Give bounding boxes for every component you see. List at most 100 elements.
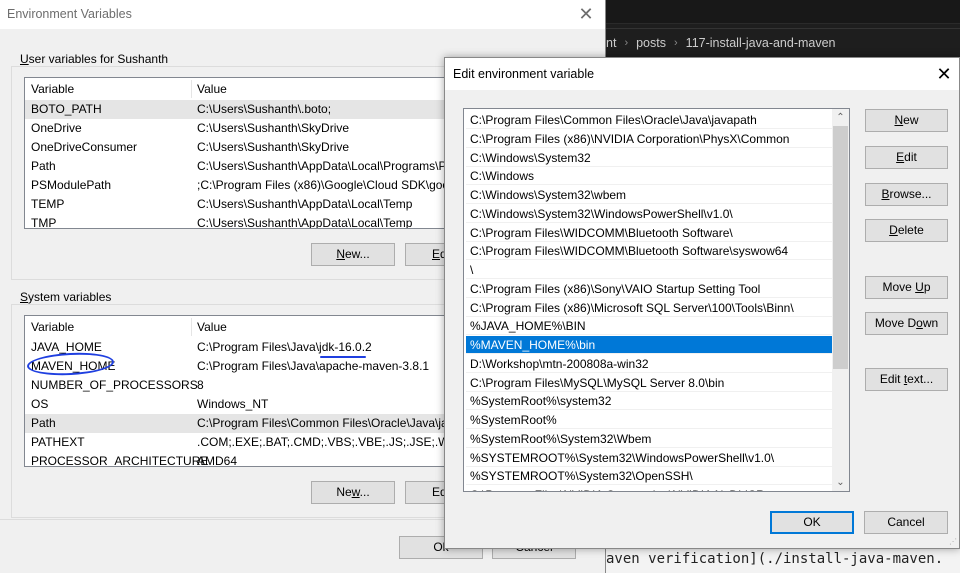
list-item[interactable]: \ [466, 261, 832, 279]
chevron-down-icon[interactable]: ⌄ [832, 474, 849, 491]
system-variables-label-text: ystem variables [28, 290, 112, 304]
list-item[interactable]: C:\Program Files (x86)\NVIDIA Corporatio… [466, 130, 832, 148]
system-variables-label: System variables [18, 290, 114, 304]
move-up-button[interactable]: Move Up [865, 276, 948, 299]
system-variables-list[interactable]: Variable Value JAVA_HOME C:\Program Files… [24, 315, 464, 467]
list-item[interactable]: C:\Program Files\MySQL\MySQL Server 8.0\… [466, 374, 832, 392]
move-down-button[interactable]: Move Down [865, 312, 948, 335]
table-row[interactable]: PROCESSOR_ARCHITECTURE AMD64 [25, 452, 463, 467]
resize-grip-icon[interactable]: ⋰ [949, 537, 957, 546]
table-row[interactable]: TMP C:\Users\Sushanth\AppData\Local\Temp [25, 214, 463, 229]
list-header: Variable Value [25, 78, 463, 100]
list-item[interactable]: %SYSTEMROOT%\System32\WindowsPowerShell\… [466, 449, 832, 467]
user-variables-label-text: ser variables for Sushanth [28, 52, 169, 66]
variable-value: C:\Users\Sushanth\AppData\Local\Temp [197, 216, 413, 229]
variable-name: TEMP [31, 197, 65, 211]
user-new-button[interactable]: New... [311, 243, 395, 266]
variable-name: BOTO_PATH [31, 102, 102, 116]
list-item[interactable]: %SystemRoot% [466, 411, 832, 429]
variable-name: Path [31, 159, 56, 173]
list-item[interactable]: %SystemRoot%\System32\Wbem [466, 430, 832, 448]
browse-button[interactable]: Browse... [865, 183, 948, 206]
variable-value: 8 [197, 378, 204, 392]
breadcrumb-item[interactable]: posts [636, 36, 666, 50]
variable-value: C:\Users\Sushanth\SkyDrive [197, 121, 350, 135]
column-header-variable[interactable]: Variable [25, 78, 74, 100]
system-new-button[interactable]: New... [311, 481, 395, 504]
breadcrumb-item[interactable]: 117-install-java-and-maven [686, 36, 836, 50]
new-path-button[interactable]: New [865, 109, 948, 132]
user-variables-label: User variables for Sushanth [18, 52, 171, 66]
chevron-up-icon[interactable]: ⌃ [832, 109, 849, 126]
edit-text-button[interactable]: Edit text... [865, 368, 948, 391]
variable-value: AMD64 [197, 454, 238, 467]
list-header: Variable Value [25, 316, 463, 338]
list-item[interactable]: C:\Windows\System32\wbem [466, 186, 832, 204]
variable-name: NUMBER_OF_PROCESSORS [31, 378, 198, 392]
variable-value: ;C:\Program Files (x86)\Google\Cloud SDK… [197, 178, 450, 192]
edit-environment-variable-dialog: Edit environment variable ✕ C:\Program F… [444, 57, 960, 549]
code-line: aven verification](./install-java-maven. [604, 545, 960, 573]
variable-name: TMP [31, 216, 57, 229]
list-item[interactable]: %SYSTEMROOT%\System32\OpenSSH\ [466, 467, 832, 486]
close-icon[interactable]: ✕ [933, 63, 955, 85]
vertical-scrollbar[interactable]: ⌃ ⌄ [832, 109, 849, 491]
column-header-value[interactable]: Value [191, 316, 227, 338]
table-row[interactable]: Path C:\Program Files\Common Files\Oracle… [25, 414, 463, 433]
table-row[interactable]: Path C:\Users\Sushanth\AppData\Local\Prog… [25, 157, 463, 176]
variable-name: OneDriveConsumer [31, 140, 138, 154]
delete-button[interactable]: Delete [865, 219, 948, 242]
ok-button[interactable]: OK [770, 511, 854, 534]
table-row[interactable]: NUMBER_OF_PROCESSORS 8 [25, 376, 463, 395]
edit-path-button[interactable]: Edit [865, 146, 948, 169]
variable-value: C:\Users\Sushanth\AppData\Local\Programs… [197, 159, 447, 173]
list-item[interactable]: C:\Program Files (x86)\Sony\VAIO Startup… [466, 280, 832, 298]
chevron-right-icon: › [624, 36, 629, 49]
table-row[interactable]: PSModulePath ;C:\Program Files (x86)\Goog… [25, 176, 463, 195]
list-item[interactable]: C:\Windows [466, 167, 832, 186]
table-row[interactable]: OneDrive C:\Users\Sushanth\SkyDrive [25, 119, 463, 138]
variable-value: .COM;.EXE;.BAT;.CMD;.VBS;.VBE;.JS;.JSE;.… [197, 435, 464, 449]
list-item[interactable]: C:\Program Files\WIDCOMM\Bluetooth Softw… [466, 242, 832, 261]
variable-value: Windows_NT [197, 397, 269, 411]
list-item[interactable]: C:\Program Files\Common Files\Oracle\Jav… [466, 111, 832, 129]
column-header-value[interactable]: Value [191, 78, 227, 100]
variable-value: C:\Users\Sushanth\AppData\Local\Temp [197, 197, 413, 211]
scrollbar-thumb[interactable] [833, 126, 848, 369]
hotkey-letter: U [20, 52, 29, 66]
chevron-right-icon: › [674, 36, 678, 49]
close-icon[interactable]: ✕ [575, 3, 597, 25]
table-row[interactable]: TEMP C:\Users\Sushanth\AppData\Local\Temp [25, 195, 463, 214]
variable-name: PROCESSOR_ARCHITECTURE [31, 454, 209, 467]
path-entries-list[interactable]: C:\Program Files\Common Files\Oracle\Jav… [463, 108, 850, 492]
table-row[interactable]: OneDriveConsumer C:\Users\Sushanth\SkyDri… [25, 138, 463, 157]
list-item[interactable]: %JAVA_HOME%\BIN [466, 317, 832, 336]
variable-value: C:\Program Files\Java\apache-maven-3.8.1 [197, 359, 430, 373]
breadcrumb: nt › posts › 117-install-java-and-maven [604, 28, 960, 56]
column-header-variable[interactable]: Variable [25, 316, 74, 338]
table-row[interactable]: OS Windows_NT [25, 395, 463, 414]
list-item[interactable]: C:\Windows\System32\WindowsPowerShell\v1… [466, 205, 832, 223]
list-item[interactable]: C:\Windows\System32 [466, 149, 832, 167]
table-row[interactable]: BOTO_PATH C:\Users\Sushanth\.boto; [25, 100, 463, 119]
user-variables-list[interactable]: Variable Value BOTO_PATH C:\Users\Sushant… [24, 77, 464, 229]
table-row[interactable]: PATHEXT .COM;.EXE;.BAT;.CMD;.VBS;.VBE;.JS… [25, 433, 463, 452]
list-item[interactable]: %SystemRoot%\system32 [466, 392, 832, 411]
list-item[interactable]: D:\Workshop\mtn-200808a-win32 [466, 355, 832, 373]
list-item[interactable]: C:\Program Files\WIDCOMM\Bluetooth Softw… [466, 224, 832, 242]
variable-name: PATHEXT [31, 435, 85, 449]
cancel-button[interactable]: Cancel [864, 511, 948, 534]
variable-name: OneDrive [31, 121, 82, 135]
list-item[interactable]: C:\Program Files\NVIDIA Corporation\NVID… [466, 486, 832, 491]
title-bar: Edit environment variable ✕ [445, 58, 959, 90]
variable-value: C:\Program Files\Common Files\Oracle\Jav… [197, 416, 448, 430]
annotation-underline [320, 356, 366, 358]
window-title: Environment Variables [7, 7, 132, 21]
variable-value: C:\Users\Sushanth\.boto; [197, 102, 332, 116]
variable-value: C:\Users\Sushanth\SkyDrive [197, 140, 350, 154]
breadcrumb-item[interactable]: nt [606, 36, 616, 50]
variable-name: PSModulePath [31, 178, 112, 192]
variable-name: OS [31, 397, 49, 411]
list-item[interactable]: C:\Program Files (x86)\Microsoft SQL Ser… [466, 299, 832, 317]
list-item[interactable]: %MAVEN_HOME%\bin [466, 336, 832, 354]
